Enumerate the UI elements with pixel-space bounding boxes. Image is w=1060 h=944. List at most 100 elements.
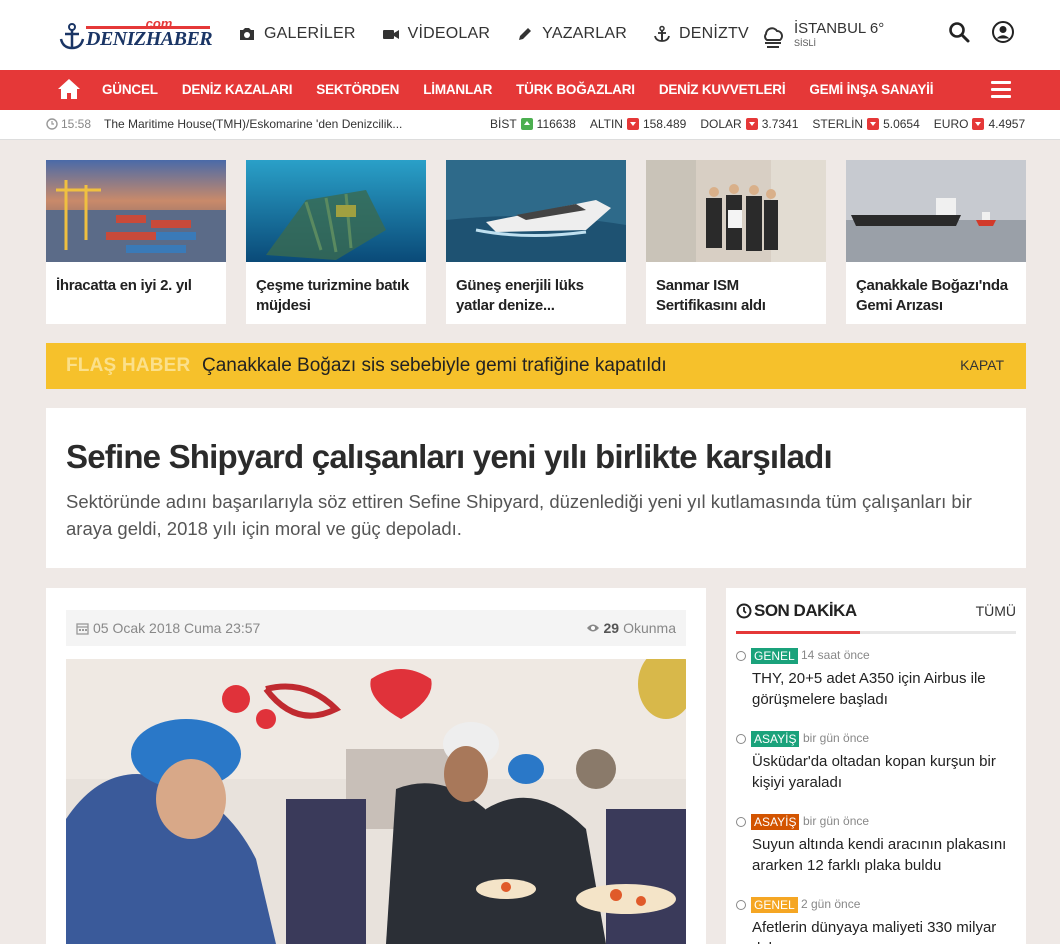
logo-name: DENIZHABER xyxy=(86,28,213,50)
arrow-down-icon xyxy=(745,118,758,130)
news-card[interactable]: Güneş enerjili lüks yatlar denize... xyxy=(446,160,626,324)
calendar-icon xyxy=(76,622,89,635)
anchor-logo-icon xyxy=(59,23,85,50)
market-bist: BİST 116638 xyxy=(490,117,576,131)
market-value: 116638 xyxy=(536,117,576,131)
ticker-headline[interactable]: The Maritime House(TMH)/Eskomarine 'den … xyxy=(104,117,402,131)
market-value: 5.0654 xyxy=(883,117,920,131)
market-name: ALTIN xyxy=(589,117,623,131)
weather-city: İSTANBUL 6° xyxy=(794,20,885,37)
time-ago: 2 gün önce xyxy=(801,897,861,911)
card-caption: Güneş enerjili lüks yatlar denize... xyxy=(456,277,584,314)
time-ago: bir gün önce xyxy=(803,814,870,828)
menu-item-limanlar[interactable]: LİMANLAR xyxy=(411,70,504,110)
nav-galleries-label: GALERİLER xyxy=(264,25,356,42)
market-value: 3.7341 xyxy=(761,117,799,131)
news-card[interactable]: Çanakkale Boğazı'nda Gemi Arızası xyxy=(846,160,1026,324)
flash-news-bar[interactable]: FLAŞ HABER Çanakkale Boğazı sis sebebiyl… xyxy=(46,343,1026,389)
article-views-count: 29 xyxy=(603,620,620,636)
site-header: .com DENIZHABER GALERİLER VİDEOLAR YAZAR… xyxy=(0,0,1060,70)
menu-item-gemi-insa[interactable]: GEMİ İNŞA SANAYİİ xyxy=(797,70,945,110)
camera-icon xyxy=(240,28,254,40)
menu-item-sektorden[interactable]: SEKTÖRDEN xyxy=(304,70,411,110)
article-body: 05 Ocak 2018 Cuma 23:57 29 Okunma xyxy=(46,588,706,944)
card-image-office xyxy=(646,160,826,262)
arrow-down-icon xyxy=(972,118,985,130)
sidebar-header: SON DAKİKA TÜMÜ xyxy=(736,600,1016,634)
clock-icon xyxy=(736,603,752,619)
news-item[interactable]: GENEL 14 saat önce THY, 20+5 adet A350 i… xyxy=(736,648,1016,718)
article-date-text: 05 Ocak 2018 Cuma 23:57 xyxy=(93,620,261,636)
menu-item-turk-bogazlari[interactable]: TÜRK BOĞAZLARI xyxy=(504,70,647,110)
arrow-down-icon xyxy=(626,118,639,130)
bullet-icon xyxy=(736,817,746,827)
nav-deniztv[interactable]: DENİZTV xyxy=(653,22,749,46)
hamburger-menu-icon[interactable] xyxy=(991,81,1011,99)
category-nav: GÜNCEL DENİZ KAZALARI SEKTÖRDEN LİMANLAR… xyxy=(0,70,1060,110)
article-header: Sefine Shipyard çalışanları yeni yılı bi… xyxy=(46,408,1026,568)
card-image-underwater xyxy=(246,160,426,262)
nav-videos[interactable]: VİDEOLAR xyxy=(382,22,491,46)
nav-galleries[interactable]: GALERİLER xyxy=(238,22,356,46)
menu-item-deniz-kuvvetleri[interactable]: DENİZ KUVVETLERİ xyxy=(647,70,798,110)
market-value: 158.489 xyxy=(642,117,687,131)
market-name: EURO xyxy=(933,117,969,131)
flash-text[interactable]: Çanakkale Boğazı sis sebebiyle gemi traf… xyxy=(202,355,667,377)
news-card[interactable]: Sanmar ISM Sertifikasını aldı xyxy=(646,160,826,324)
cloud-icon xyxy=(764,27,783,48)
card-caption: Çeşme turizmine batık müjdesi xyxy=(256,277,409,314)
market-dolar: DOLAR 3.7341 xyxy=(700,117,798,131)
bullet-icon xyxy=(736,900,746,910)
market-euro: EURO 4.4957 xyxy=(934,117,1025,131)
arrow-down-icon xyxy=(867,118,880,130)
article-date: 05 Ocak 2018 Cuma 23:57 xyxy=(76,620,260,636)
sidebar-title: SON DAKİKA xyxy=(754,601,857,620)
clock-icon xyxy=(46,118,58,130)
news-card[interactable]: Çeşme turizmine batık müjdesi xyxy=(246,160,426,324)
eye-icon xyxy=(586,624,599,632)
top-nav: GALERİLER VİDEOLAR YAZARLAR DENİZTV xyxy=(238,22,749,46)
news-item-text: Üsküdar'da oltadan kopan kurşun bir kişi… xyxy=(752,753,996,791)
news-item[interactable]: ASAYİŞ bir gün önce Üsküdar'da oltadan k… xyxy=(736,731,1016,801)
card-image-port xyxy=(46,160,226,262)
pen-icon xyxy=(519,28,532,40)
flash-close-button[interactable]: KAPAT xyxy=(960,357,1004,373)
menu-item-guncel[interactable]: GÜNCEL xyxy=(90,70,170,110)
card-image-yacht xyxy=(446,160,626,262)
news-item[interactable]: ASAYİŞ bir gün önce Suyun altında kendi … xyxy=(736,814,1016,884)
category-menu: GÜNCEL DENİZ KAZALARI SEKTÖRDEN LİMANLAR… xyxy=(90,70,945,110)
weather-widget[interactable]: İSTANBUL 6° SİSLİ xyxy=(760,18,890,52)
market-name: DOLAR xyxy=(700,117,742,131)
card-caption: İhracatta en iyi 2. yıl xyxy=(56,277,192,294)
news-item-text: Afetlerin dünyaya maliyeti 330 milyar do… xyxy=(752,919,997,944)
sidebar-all-link[interactable]: TÜMÜ xyxy=(976,603,1016,619)
user-icon xyxy=(992,21,1014,43)
home-icon[interactable] xyxy=(57,78,81,100)
site-logo[interactable]: .com DENIZHABER xyxy=(58,16,218,52)
nav-videos-label: VİDEOLAR xyxy=(407,25,491,42)
search-button[interactable] xyxy=(947,20,971,44)
news-card[interactable]: İhracatta en iyi 2. yıl xyxy=(46,160,226,324)
arrow-up-icon xyxy=(520,118,533,130)
time-ago: bir gün önce xyxy=(803,731,870,745)
category-badge: GENEL xyxy=(751,648,798,664)
market-name: BİST xyxy=(490,117,517,131)
nav-deniztv-label: DENİZTV xyxy=(679,25,749,42)
time-ago: 14 saat önce xyxy=(801,648,870,662)
market-altin: ALTIN 158.489 xyxy=(590,117,687,131)
video-icon xyxy=(382,30,399,39)
article-title: Sefine Shipyard çalışanları yeni yılı bi… xyxy=(66,438,833,475)
news-ticker: 15:58 The Maritime House(TMH)/Eskomarine… xyxy=(0,110,1060,140)
category-badge: ASAYİŞ xyxy=(751,731,800,747)
nav-authors[interactable]: YAZARLAR xyxy=(516,22,627,46)
menu-item-deniz-kazalari[interactable]: DENİZ KAZALARI xyxy=(170,70,304,110)
article-photo[interactable] xyxy=(66,659,686,944)
category-badge: GENEL xyxy=(751,897,798,913)
nav-authors-label: YAZARLAR xyxy=(542,25,628,42)
market-sterlin: STERLİN 5.0654 xyxy=(812,117,919,131)
breaking-news-sidebar: SON DAKİKA TÜMÜ GENEL 14 saat önce THY, … xyxy=(726,588,1026,944)
news-item-text: THY, 20+5 adet A350 için Airbus ile görü… xyxy=(752,670,986,708)
news-item[interactable]: GENEL 2 gün önce Afetlerin dünyaya maliy… xyxy=(736,897,1016,944)
article-meta: 05 Ocak 2018 Cuma 23:57 29 Okunma xyxy=(66,610,686,646)
user-button[interactable] xyxy=(991,20,1015,44)
